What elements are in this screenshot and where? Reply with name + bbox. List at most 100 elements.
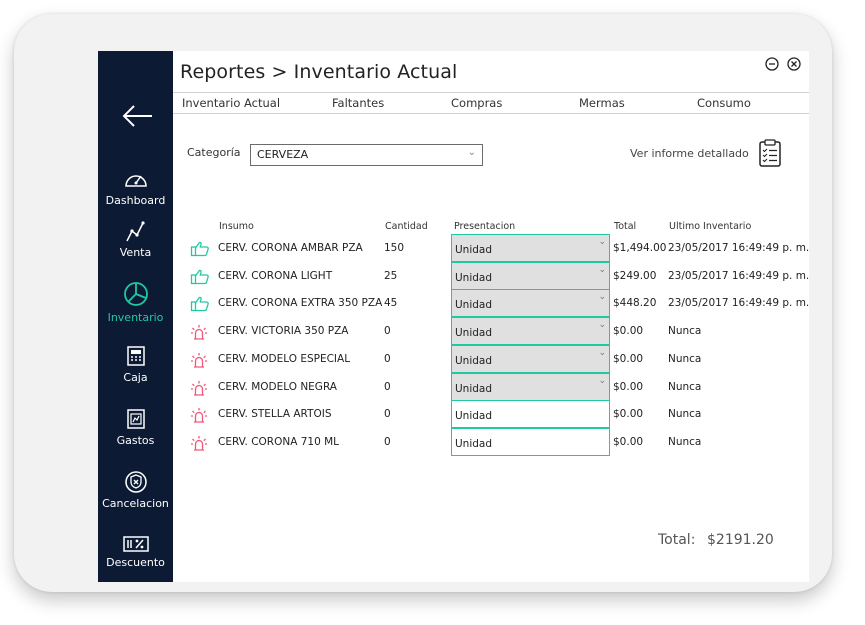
- app-screen: Dashboard Venta Inventario Caja Gastos C…: [98, 51, 809, 582]
- presentacion-select[interactable]: Unidad ⌄: [451, 289, 610, 318]
- total-cell: $0.00: [613, 435, 644, 448]
- sidebar-item-label: Dashboard: [105, 194, 166, 207]
- presentacion-select[interactable]: Unidad ⌄: [451, 261, 610, 290]
- alarm-light-icon: [190, 380, 208, 400]
- insumo-cell: CERV. MODELO ESPECIAL: [218, 352, 351, 365]
- thumbs-up-icon: [190, 241, 210, 261]
- back-arrow-icon[interactable]: [120, 101, 154, 131]
- sidebar-item-dashboard[interactable]: Dashboard: [98, 167, 173, 207]
- ultimo-inventario-cell: Nunca: [668, 352, 702, 365]
- chevron-down-icon: ⌄: [598, 292, 606, 303]
- presentacion-select[interactable]: Unidad ⌄: [451, 372, 610, 401]
- page-title: Reportes > Inventario Actual: [180, 61, 458, 83]
- presentacion-value: Unidad: [455, 437, 493, 450]
- table-row: CERV. CORONA AMBAR PZA 150 Unidad ⌄ $1,494.0…: [98, 234, 809, 262]
- minimize-icon[interactable]: [765, 56, 779, 71]
- chevron-down-icon: ⌄: [598, 264, 606, 275]
- sidebar-item-cancelacion[interactable]: Cancelacion: [98, 470, 173, 510]
- category-select[interactable]: CERVEZA ⌄: [250, 144, 483, 166]
- ultimo-inventario-cell: 23/05/2017 16:49:49 p. m.: [668, 297, 809, 310]
- table-row: CERV. CORONA EXTRA 350 PZA 45 Unidad ⌄ $448.…: [98, 289, 809, 318]
- cantidad-cell: 0: [384, 325, 391, 338]
- presentacion-value: Unidad: [455, 327, 493, 340]
- tab-consumo[interactable]: Consumo: [697, 96, 751, 110]
- alarm-light-icon: [190, 352, 208, 372]
- presentacion-value: Unidad: [455, 354, 493, 367]
- table-row: CERV. CORONA 710 ML 0 Unidad $0.00 Nunca: [98, 427, 809, 456]
- insumo-cell: CERV. STELLA ARTOIS: [218, 408, 332, 421]
- cantidad-cell: 25: [384, 269, 398, 282]
- table-row: CERV. CORONA LIGHT 25 Unidad ⌄ $249.00 23/05/…: [98, 261, 809, 290]
- sidebar-item-label: Cancelacion: [102, 497, 169, 510]
- close-icon[interactable]: [787, 56, 801, 71]
- ultimo-inventario-cell: 23/05/2017 16:49:49 p. m.: [668, 242, 809, 254]
- tab-compras[interactable]: Compras: [451, 96, 502, 110]
- chevron-down-icon: ⌄: [598, 347, 606, 358]
- tab-faltantes[interactable]: Faltantes: [332, 96, 384, 110]
- column-header-ultimo-inventario: Ultimo Inventario: [669, 221, 752, 232]
- presentacion-value: Unidad: [455, 410, 493, 423]
- chevron-down-icon: ⌄: [598, 320, 606, 331]
- thumbs-up-icon: [190, 296, 210, 316]
- thumbs-up-icon: [190, 269, 210, 289]
- presentacion-select[interactable]: Unidad: [451, 400, 610, 429]
- presentacion-value: Unidad: [455, 271, 493, 284]
- insumo-cell: CERV. MODELO NEGRA: [218, 380, 337, 393]
- insumo-cell: CERV. CORONA 710 ML: [218, 435, 340, 448]
- total-cell: $0.00: [613, 352, 644, 365]
- alarm-light-icon: [190, 435, 208, 455]
- presentacion-value: Unidad: [455, 244, 493, 256]
- insumo-cell: CERV. CORONA AMBAR PZA: [218, 242, 363, 254]
- table-row: CERV. VICTORIA 350 PZA 0 Unidad ⌄ $0.00 Nunca: [98, 317, 809, 346]
- cantidad-cell: 45: [384, 297, 398, 310]
- discount-icon: [122, 536, 149, 552]
- presentacion-select[interactable]: Unidad ⌄: [451, 344, 610, 373]
- cantidad-cell: 0: [384, 380, 391, 393]
- insumo-cell: CERV. CORONA LIGHT: [218, 269, 333, 282]
- sidebar-item-label: Descuento: [106, 556, 165, 569]
- cantidad-cell: 0: [384, 352, 391, 365]
- ultimo-inventario-cell: Nunca: [668, 435, 702, 448]
- chevron-down-icon: ⌄: [598, 237, 606, 247]
- table-row: CERV. STELLA ARTOIS 0 Unidad $0.00 Nunca: [98, 400, 809, 429]
- sidebar-item-descuento[interactable]: Descuento: [98, 535, 173, 569]
- column-header-cantidad: Cantidad: [385, 221, 428, 232]
- total-cell: $249.00: [613, 269, 657, 282]
- tab-inventario-actual[interactable]: Inventario Actual: [182, 96, 280, 110]
- presentacion-value: Unidad: [455, 299, 493, 312]
- insumo-cell: CERV. CORONA EXTRA 350 PZA: [218, 297, 383, 310]
- report-tabs: Inventario Actual Faltantes Compras Merm…: [173, 92, 809, 114]
- chevron-down-icon: ⌄: [598, 375, 606, 386]
- category-label: Categoría: [187, 146, 241, 159]
- insumo-cell: CERV. VICTORIA 350 PZA: [218, 325, 349, 338]
- column-header-presentacion: Presentacion: [454, 221, 516, 232]
- cantidad-cell: 150: [384, 242, 405, 254]
- presentacion-select[interactable]: Unidad ⌄: [451, 234, 610, 262]
- table-row: CERV. MODELO NEGRA 0 Unidad ⌄ $0.00 Nunca: [98, 372, 809, 401]
- total-cell: $1,494.00: [613, 242, 667, 254]
- tab-mermas[interactable]: Mermas: [579, 96, 625, 110]
- alarm-light-icon: [190, 407, 208, 427]
- chevron-down-icon: ⌄: [467, 147, 476, 158]
- total-cell: $0.00: [613, 380, 644, 393]
- clipboard-icon[interactable]: [759, 139, 781, 171]
- shield-x-icon: [124, 471, 147, 493]
- total-cell: $0.00: [613, 325, 644, 338]
- ultimo-inventario-cell: Nunca: [668, 408, 702, 421]
- presentacion-select[interactable]: Unidad ⌄: [451, 317, 610, 346]
- column-header-insumo: Insumo: [219, 221, 254, 232]
- ultimo-inventario-cell: 23/05/2017 16:49:49 p. m.: [668, 269, 809, 282]
- alarm-light-icon: [190, 324, 208, 344]
- cantidad-cell: 0: [384, 408, 391, 421]
- presentacion-value: Unidad: [455, 382, 493, 395]
- grand-total-label: Total:: [658, 532, 696, 548]
- total-cell: $0.00: [613, 408, 644, 421]
- detailed-report-link[interactable]: Ver informe detallado: [630, 147, 749, 160]
- presentacion-select[interactable]: Unidad: [451, 427, 610, 456]
- ultimo-inventario-cell: Nunca: [668, 380, 702, 393]
- cantidad-cell: 0: [384, 435, 391, 448]
- tablet-frame: Dashboard Venta Inventario Caja Gastos C…: [14, 14, 832, 592]
- category-value: CERVEZA: [257, 148, 309, 161]
- column-header-total: Total: [614, 221, 637, 232]
- gauge-icon: [124, 175, 147, 187]
